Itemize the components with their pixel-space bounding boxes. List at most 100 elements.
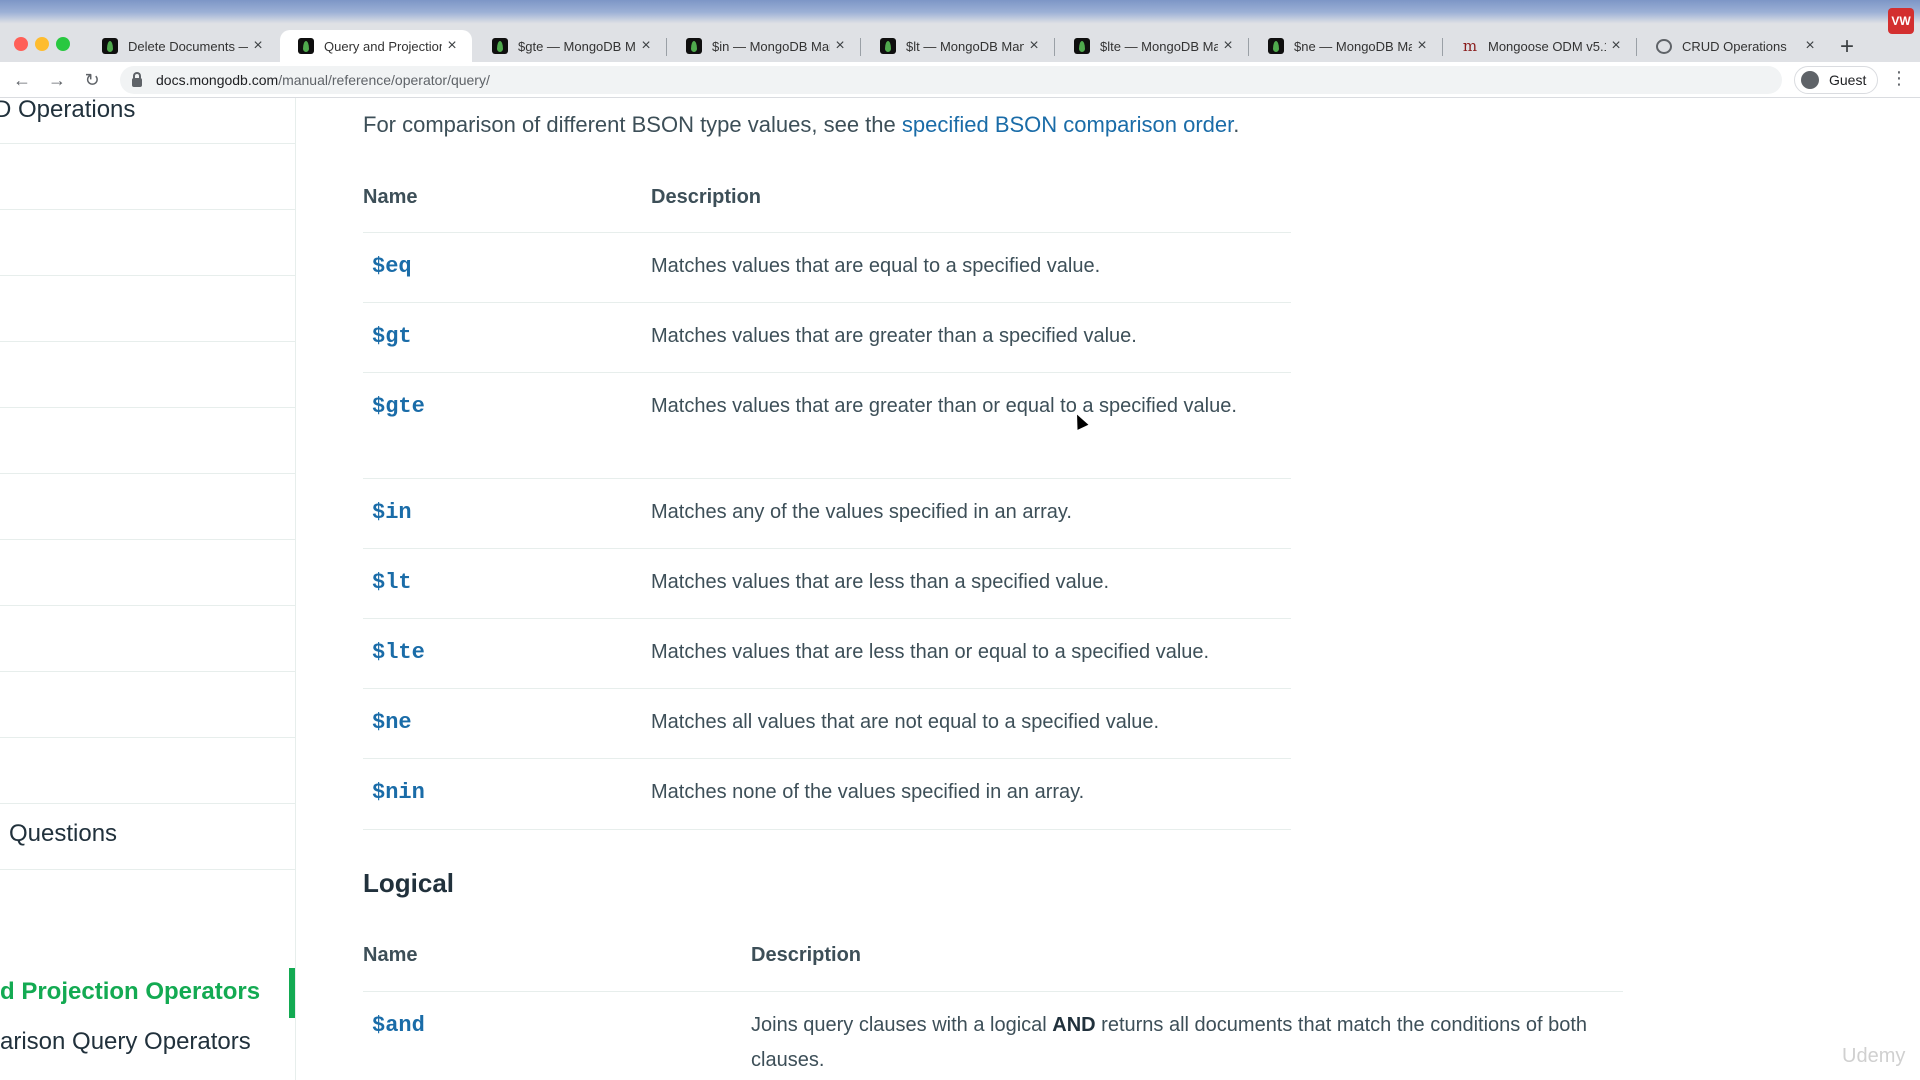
tab-in[interactable]: $in — MongoDB Mar × xyxy=(668,30,860,62)
close-icon[interactable]: × xyxy=(1412,37,1432,55)
table-divider xyxy=(363,618,1291,619)
tab-title: Delete Documents — xyxy=(128,38,248,54)
tab-title: $ne — MongoDB Ma xyxy=(1294,38,1412,54)
sidebar-item[interactable] xyxy=(0,210,295,276)
sidebar-item[interactable] xyxy=(0,276,295,342)
profile-label: Guest xyxy=(1829,72,1867,88)
tab-separator xyxy=(1054,38,1055,56)
close-icon[interactable]: × xyxy=(830,37,850,55)
operator-link-nin[interactable]: $nin xyxy=(372,780,425,805)
profile-button[interactable]: Guest xyxy=(1794,66,1878,94)
intro-period: . xyxy=(1233,112,1240,137)
operator-description: Matches all values that are not equal to… xyxy=(651,711,1160,733)
sidebar-item-query-projection-operators[interactable]: d Projection Operators xyxy=(0,968,295,1018)
sidebar-item[interactable] xyxy=(0,144,295,210)
close-window-button[interactable] xyxy=(14,37,28,51)
browser-chrome: Delete Documents — × Query and Projectio… xyxy=(0,0,1920,98)
operator-description: Matches any of the values specified in a… xyxy=(651,501,1072,523)
sidebar-item[interactable] xyxy=(0,870,295,968)
new-tab-button[interactable]: + xyxy=(1840,33,1854,61)
tab-separator xyxy=(1248,38,1249,56)
table-header-description: Description xyxy=(751,944,862,966)
tab-separator xyxy=(1442,38,1443,56)
table-divider xyxy=(363,688,1291,689)
close-icon[interactable]: × xyxy=(636,37,656,55)
active-indicator xyxy=(289,968,295,1018)
maximize-window-button[interactable] xyxy=(56,37,70,51)
tab-separator xyxy=(860,38,861,56)
table-divider xyxy=(363,758,1291,759)
sidebar-item[interactable] xyxy=(0,540,295,606)
table-divider xyxy=(363,232,1291,233)
sidebar-item[interactable] xyxy=(0,672,295,738)
reload-icon[interactable]: ↻ xyxy=(80,68,104,92)
tab-crud-operations[interactable]: CRUD Operations × xyxy=(1638,30,1830,62)
sidebar-item-comparison-query-operators[interactable]: arison Query Operators xyxy=(0,1018,295,1068)
close-icon[interactable]: × xyxy=(1606,37,1626,55)
browser-toolbar: ← → ↻ docs.mongodb.com/manual/reference/… xyxy=(0,62,1920,98)
operator-link-ne[interactable]: $ne xyxy=(372,710,412,735)
tab-mongoose[interactable]: m Mongoose ODM v5.1 × xyxy=(1444,30,1636,62)
docs-sidebar: D Operations Questions d Projection Oper… xyxy=(0,98,296,1080)
sidebar-item-questions[interactable]: Questions xyxy=(0,804,295,870)
sidebar-item[interactable]: D Operations xyxy=(0,98,295,144)
tab-query-and-projection[interactable]: Query and Projection × xyxy=(280,30,472,62)
operator-description: Joins query clauses with a logical AND r… xyxy=(751,1008,1631,1078)
address-bar[interactable]: docs.mongodb.com/manual/reference/operat… xyxy=(120,66,1782,94)
url-host: docs.mongodb.com xyxy=(156,72,279,88)
close-icon[interactable]: × xyxy=(1218,37,1238,55)
lock-icon xyxy=(132,71,142,87)
tab-lte[interactable]: $lte — MongoDB Ma × xyxy=(1056,30,1248,62)
tab-separator xyxy=(666,38,667,56)
operator-link-lt[interactable]: $lt xyxy=(372,570,412,595)
tab-ne[interactable]: $ne — MongoDB Ma × xyxy=(1250,30,1442,62)
operator-link-in[interactable]: $in xyxy=(372,500,412,525)
tab-separator xyxy=(1636,38,1637,56)
close-icon[interactable]: × xyxy=(248,37,268,55)
tab-lt[interactable]: $lt — MongoDB Man × xyxy=(862,30,1054,62)
sidebar-item[interactable] xyxy=(0,474,295,540)
tab-delete-documents[interactable]: Delete Documents — × xyxy=(84,30,278,62)
tab-title: Query and Projection xyxy=(324,38,442,54)
mongodb-leaf-icon xyxy=(1268,38,1284,54)
bson-comparison-order-link[interactable]: specified BSON comparison order xyxy=(902,112,1233,137)
desc-text: Joins query clauses with a logical xyxy=(751,1014,1053,1036)
extension-icon[interactable]: VW xyxy=(1888,8,1914,34)
mongodb-leaf-icon xyxy=(880,38,896,54)
minimize-window-button[interactable] xyxy=(35,37,49,51)
close-icon[interactable]: × xyxy=(442,37,462,55)
operator-link-and[interactable]: $and xyxy=(372,1013,425,1038)
tab-title: $lte — MongoDB Ma xyxy=(1100,38,1218,54)
mongodb-leaf-icon xyxy=(298,38,314,54)
url-path: /manual/reference/operator/query/ xyxy=(278,72,490,88)
operator-description: Matches values that are greater than or … xyxy=(651,395,1237,417)
sidebar-item[interactable] xyxy=(0,342,295,408)
sidebar-item[interactable] xyxy=(0,408,295,474)
forward-arrow-icon[interactable]: → xyxy=(45,68,69,92)
globe-icon xyxy=(1656,38,1672,54)
sidebar-item-label: Questions xyxy=(9,820,118,847)
tab-gte[interactable]: $gte — MongoDB M × xyxy=(474,30,666,62)
desc-bold-keyword: AND xyxy=(1052,1014,1096,1036)
udemy-watermark: Udemy xyxy=(1842,1045,1906,1067)
table-divider xyxy=(363,548,1291,549)
back-arrow-icon[interactable]: ← xyxy=(10,68,34,92)
operator-link-gt[interactable]: $gt xyxy=(372,324,412,349)
operator-link-lte[interactable]: $lte xyxy=(372,640,425,665)
table-divider xyxy=(363,478,1291,479)
more-options-icon[interactable]: ⋮ xyxy=(1890,68,1908,89)
tab-title: $lt — MongoDB Man xyxy=(906,38,1024,54)
sidebar-item[interactable] xyxy=(0,606,295,672)
tab-title: CRUD Operations xyxy=(1682,38,1787,54)
sidebar-item[interactable] xyxy=(0,738,295,804)
close-icon[interactable]: × xyxy=(1800,37,1820,55)
operator-link-eq[interactable]: $eq xyxy=(372,254,412,279)
main-content: For comparison of different BSON type va… xyxy=(296,98,1920,1080)
intro-text: For comparison of different BSON type va… xyxy=(363,112,902,137)
operator-link-gte[interactable]: $gte xyxy=(372,394,425,419)
operator-description: Matches values that are less than a spec… xyxy=(651,571,1110,593)
tab-title: $in — MongoDB Mar xyxy=(712,38,830,54)
operator-description: Matches values that are less than or equ… xyxy=(651,641,1210,663)
operator-description: Matches values that are equal to a speci… xyxy=(651,255,1101,277)
close-icon[interactable]: × xyxy=(1024,37,1044,55)
